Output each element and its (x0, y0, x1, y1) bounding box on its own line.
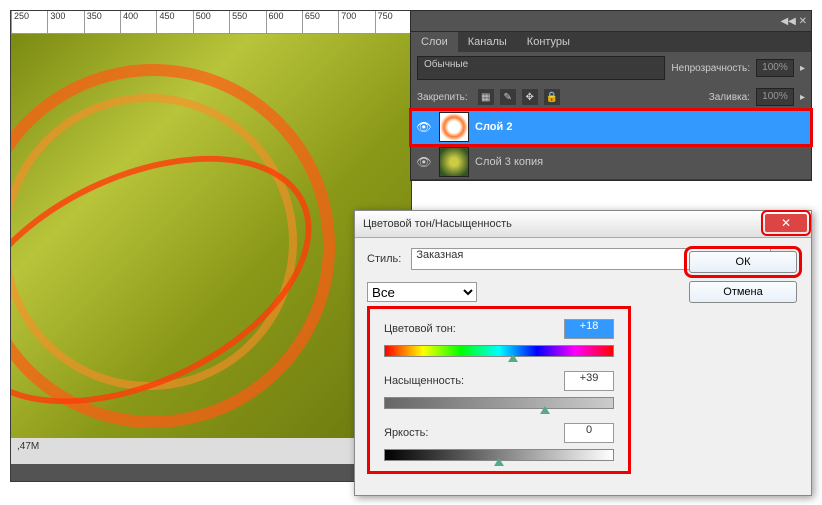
opacity-label: Непрозрачность: (671, 63, 750, 74)
lock-move-icon[interactable]: ✥ (522, 89, 538, 105)
visibility-icon[interactable]: 👁 (415, 118, 433, 136)
lock-label: Закрепить: (417, 92, 468, 103)
hue-slider[interactable] (384, 345, 614, 357)
lock-brush-icon[interactable]: ✎ (500, 89, 516, 105)
tab-channels[interactable]: Каналы (458, 32, 517, 52)
lightness-input[interactable]: 0 (564, 423, 614, 443)
layer-item[interactable]: 👁 Слой 3 копия (411, 145, 811, 180)
style-label: Стиль: (367, 253, 401, 265)
saturation-slider[interactable] (384, 397, 614, 409)
hue-input[interactable]: +18 (564, 319, 614, 339)
cancel-button[interactable]: Отмена (689, 281, 797, 303)
layer-name[interactable]: Слой 2 (475, 121, 512, 133)
opacity-value[interactable]: 100% (756, 59, 794, 77)
dialog-title-text: Цветовой тон/Насыщенность (363, 218, 512, 230)
dialog-titlebar[interactable]: Цветовой тон/Насыщенность ✕ (355, 211, 811, 238)
layer-item[interactable]: 👁 Слой 2 (411, 110, 811, 145)
lightness-slider[interactable] (384, 449, 614, 461)
saturation-input[interactable]: +39 (564, 371, 614, 391)
tab-paths[interactable]: Контуры (517, 32, 580, 52)
visibility-icon[interactable]: 👁 (415, 153, 433, 171)
ok-button[interactable]: ОК (689, 251, 797, 273)
canvas-area: 250300350400450500550600650700750 ,47M (10, 10, 412, 482)
panel-header: ◀◀ ✕ (411, 11, 811, 32)
layers-list: 👁 Слой 2 👁 Слой 3 копия (411, 110, 811, 180)
hue-label: Цветовой тон: (384, 323, 456, 335)
channel-select[interactable]: Все (367, 282, 477, 302)
hue-saturation-dialog: Цветовой тон/Насыщенность ✕ Стиль: Заказ… (354, 210, 812, 496)
sliders-group: Цветовой тон: +18 Насыщенность: +39 Ярко… (367, 306, 631, 474)
chevron-right-icon[interactable]: ▸ (800, 92, 805, 103)
fill-value[interactable]: 100% (756, 88, 794, 106)
layer-thumbnail[interactable] (439, 112, 469, 142)
saturation-label: Насыщенность: (384, 375, 464, 387)
close-icon[interactable]: ✕ (765, 214, 807, 232)
lock-transparency-icon[interactable]: ▦ (478, 89, 494, 105)
layer-thumbnail[interactable] (439, 147, 469, 177)
ruler-horizontal: 250300350400450500550600650700750 (11, 11, 411, 34)
status-bar: ,47M (11, 438, 411, 464)
fill-label: Заливка: (709, 92, 750, 103)
chevron-right-icon[interactable]: ▸ (800, 63, 805, 74)
image-viewport[interactable] (11, 34, 411, 438)
panel-tabs: Слои Каналы Контуры (411, 32, 811, 52)
lock-all-icon[interactable]: 🔒 (544, 89, 560, 105)
tab-layers[interactable]: Слои (411, 32, 458, 52)
layer-name[interactable]: Слой 3 копия (475, 156, 543, 168)
layers-panel: ◀◀ ✕ Слои Каналы Контуры Обычные Непрозр… (410, 10, 812, 181)
blend-mode-select[interactable]: Обычные (417, 56, 665, 80)
lightness-label: Яркость: (384, 427, 428, 439)
